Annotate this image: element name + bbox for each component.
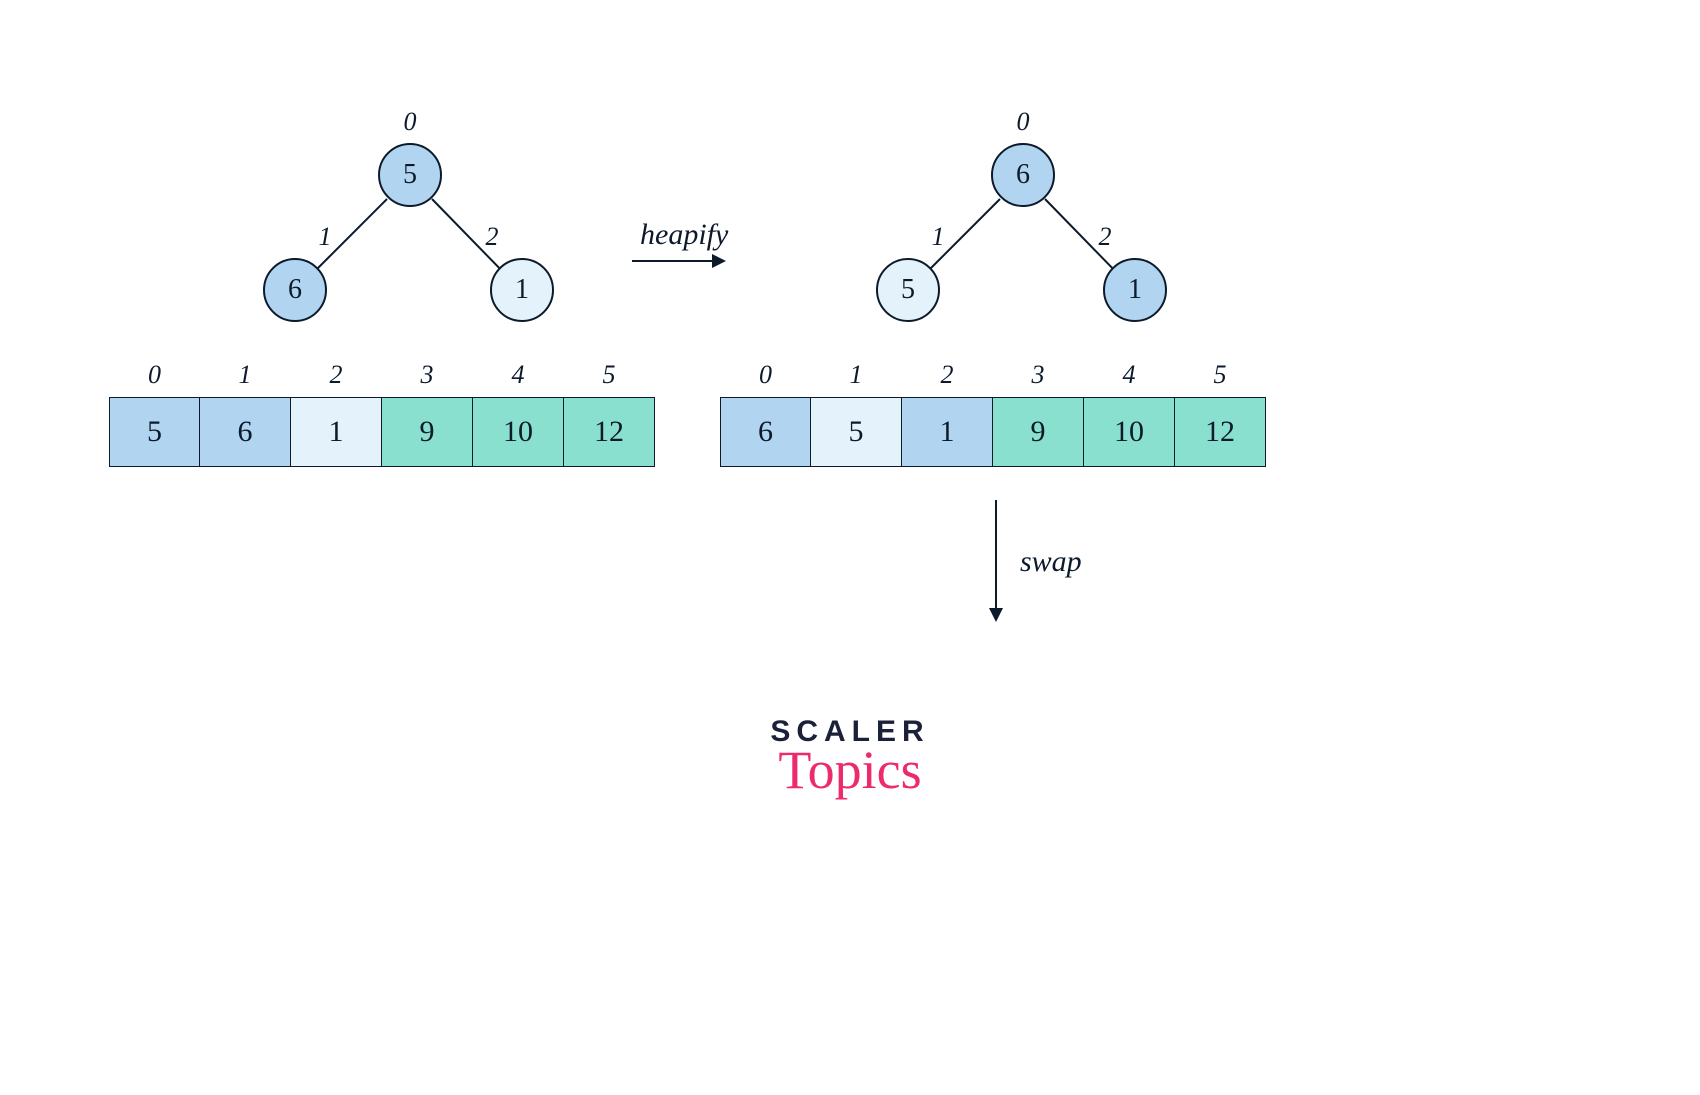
left-array-cell-0: 50	[109, 397, 200, 467]
left-tree-node-root-index: 0	[378, 107, 442, 137]
right-array-cell-2: 12	[902, 397, 993, 467]
left-array-cell-1: 61	[200, 397, 291, 467]
brand-logo-line2: Topics	[770, 739, 929, 801]
right-array-index-1: 1	[811, 360, 901, 390]
right-array-index-5: 5	[1175, 360, 1265, 390]
brand-logo: SCALERTopics	[770, 715, 929, 801]
right-array: 60511293104125	[720, 397, 1266, 467]
right-tree-node-root-index: 0	[991, 107, 1055, 137]
swap-label: swap	[1020, 545, 1082, 579]
left-array-cell-3: 93	[382, 397, 473, 467]
left-array-index-4: 4	[473, 360, 563, 390]
left-array-index-2: 2	[291, 360, 381, 390]
right-array-cell-4: 104	[1084, 397, 1175, 467]
heapify-arrow	[632, 260, 724, 262]
right-array-cell-1: 51	[811, 397, 902, 467]
left-array-cell-5: 125	[564, 397, 655, 467]
left-array-index-3: 3	[382, 360, 472, 390]
left-array-cell-4: 104	[473, 397, 564, 467]
left-array-index-1: 1	[200, 360, 290, 390]
right-array-index-3: 3	[993, 360, 1083, 390]
right-array-index-2: 2	[902, 360, 992, 390]
left-array: 50611293104125	[109, 397, 655, 467]
right-array-cell-3: 93	[993, 397, 1084, 467]
left-array-index-0: 0	[110, 360, 199, 390]
right-array-cell-5: 125	[1175, 397, 1266, 467]
swap-arrow	[995, 500, 997, 620]
heapify-label: heapify	[640, 218, 728, 252]
right-array-index-4: 4	[1084, 360, 1174, 390]
left-array-index-5: 5	[564, 360, 654, 390]
right-array-cell-0: 60	[720, 397, 811, 467]
left-array-cell-2: 12	[291, 397, 382, 467]
right-array-index-0: 0	[721, 360, 810, 390]
